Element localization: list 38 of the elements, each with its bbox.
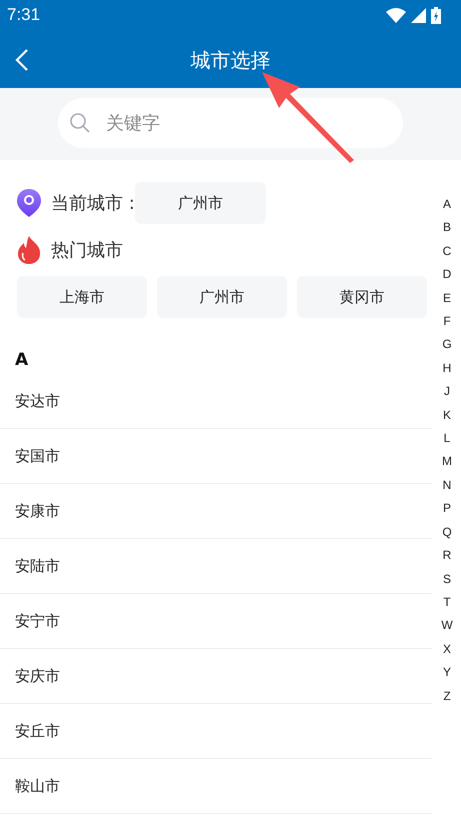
index-letter[interactable]: S bbox=[442, 568, 451, 591]
signal-icon bbox=[411, 8, 426, 22]
wifi-icon bbox=[386, 8, 406, 22]
city-button[interactable]: 广州市 bbox=[157, 276, 287, 318]
index-letter[interactable]: N bbox=[442, 474, 452, 498]
index-letter[interactable]: A bbox=[442, 193, 451, 216]
index-letter[interactable]: G bbox=[442, 333, 452, 357]
battery-icon bbox=[431, 6, 441, 24]
current-city-label: 当前城市 : bbox=[51, 192, 135, 215]
index-letter[interactable]: P bbox=[442, 497, 451, 521]
search-field[interactable]: 关键字 bbox=[58, 98, 403, 148]
index-letter[interactable]: Z bbox=[443, 684, 451, 708]
index-letter[interactable]: Y bbox=[442, 661, 451, 685]
location-pin-icon bbox=[17, 189, 41, 217]
flame-icon bbox=[17, 236, 41, 264]
hot-cities-label: 热门城市 bbox=[51, 239, 123, 262]
index-letter[interactable]: B bbox=[442, 216, 451, 240]
city-button[interactable]: 上海市 bbox=[17, 276, 147, 318]
index-letter[interactable]: C bbox=[442, 240, 452, 264]
index-letter[interactable]: T bbox=[443, 590, 451, 614]
index-letter[interactable]: X bbox=[442, 638, 451, 662]
index-letter[interactable]: L bbox=[444, 427, 450, 450]
index-letter[interactable]: F bbox=[443, 310, 451, 334]
index-letter[interactable]: M bbox=[442, 450, 452, 474]
status-time: 7:31 bbox=[7, 5, 42, 25]
search-icon bbox=[69, 112, 91, 134]
index-letter[interactable]: H bbox=[442, 356, 452, 380]
index-letter[interactable]: D bbox=[442, 263, 452, 287]
index-letter[interactable]: E bbox=[442, 286, 451, 310]
index-letter[interactable]: W bbox=[441, 614, 453, 638]
index-letter[interactable]: R bbox=[442, 544, 452, 568]
index-letter[interactable]: K bbox=[442, 404, 451, 428]
index-letter[interactable]: Q bbox=[442, 520, 452, 544]
city-button[interactable]: 广州市 bbox=[134, 182, 266, 224]
city-button[interactable]: 黄冈市 bbox=[297, 276, 427, 318]
page-title: 城市选择 bbox=[190, 46, 270, 74]
section-header: A bbox=[15, 350, 28, 372]
index-letter[interactable]: J bbox=[444, 380, 450, 404]
